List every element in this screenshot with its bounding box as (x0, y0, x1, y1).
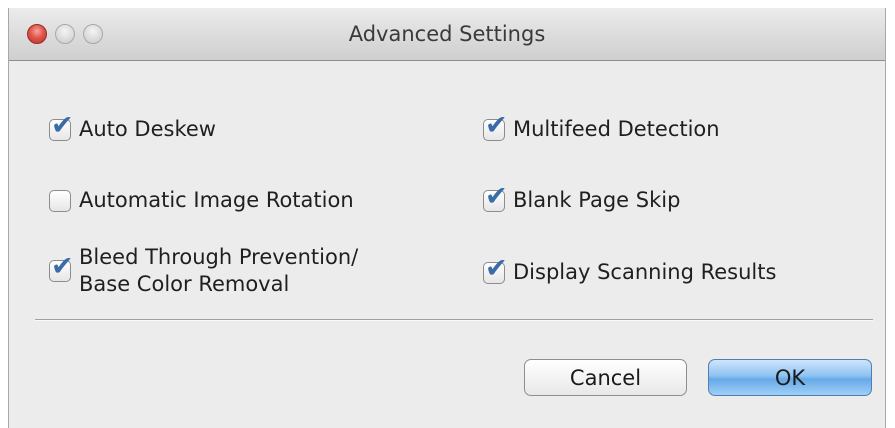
automatic-image-rotation-checkbox[interactable] (49, 189, 71, 212)
option-bleed-through-prevention[interactable]: ✔ Bleed Through Prevention/ Base Color R… (49, 244, 358, 298)
automatic-image-rotation-label: Automatic Image Rotation (79, 188, 354, 212)
window-title: Advanced Settings (348, 22, 546, 46)
blank-page-skip-checkbox[interactable]: ✔ (483, 183, 508, 212)
checkmark-icon: ✔ (485, 109, 508, 141)
cancel-button[interactable]: Cancel (524, 359, 687, 396)
option-automatic-image-rotation[interactable]: Automatic Image Rotation (49, 187, 354, 214)
display-scanning-results-checkbox[interactable]: ✔ (483, 255, 508, 284)
bleed-through-label-line1: Bleed Through Prevention/ (79, 245, 359, 269)
ok-button[interactable]: OK (708, 359, 872, 396)
multifeed-detection-label: Multifeed Detection (513, 117, 720, 141)
advanced-settings-dialog: Advanced Settings ✔ Auto Deskew Automati… (8, 8, 886, 428)
multifeed-detection-checkbox[interactable]: ✔ (483, 112, 508, 141)
auto-deskew-label: Auto Deskew (79, 117, 216, 141)
checkmark-icon: ✔ (51, 251, 74, 282)
bleed-through-prevention-checkbox[interactable]: ✔ (49, 253, 74, 282)
title-bar[interactable]: Advanced Settings (9, 8, 885, 61)
checkmark-icon: ✔ (485, 252, 508, 284)
auto-deskew-checkbox[interactable]: ✔ (49, 112, 74, 141)
option-blank-page-skip[interactable]: ✔ Blank Page Skip (483, 183, 681, 214)
bleed-through-prevention-label: Bleed Through Prevention/ Base Color Rem… (79, 244, 358, 298)
bleed-through-label-line2: Base Color Removal (79, 272, 290, 296)
blank-page-skip-label: Blank Page Skip (513, 188, 681, 212)
display-scanning-results-label: Display Scanning Results (513, 260, 777, 284)
option-auto-deskew[interactable]: ✔ Auto Deskew (49, 112, 216, 143)
checkmark-icon: ✔ (51, 109, 74, 141)
option-multifeed-detection[interactable]: ✔ Multifeed Detection (483, 112, 720, 143)
option-display-scanning-results[interactable]: ✔ Display Scanning Results (483, 255, 777, 286)
checkmark-icon: ✔ (485, 180, 508, 212)
divider (35, 319, 873, 321)
